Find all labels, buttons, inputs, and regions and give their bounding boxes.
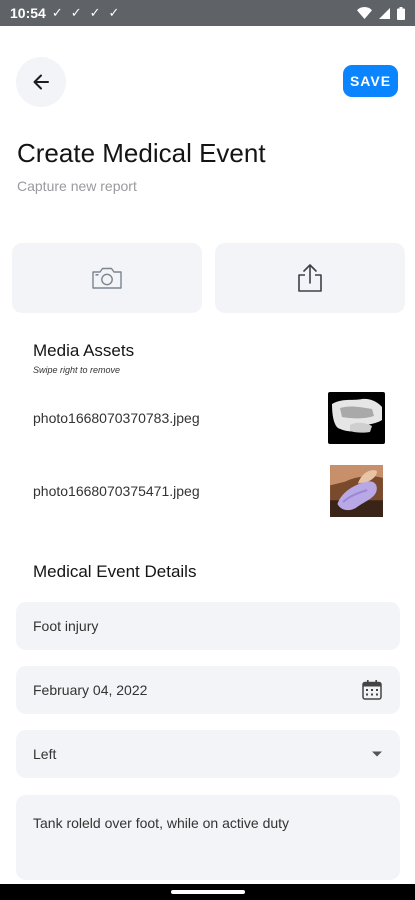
arrow-left-icon <box>33 74 49 90</box>
media-swipe-hint: Swipe right to remove <box>33 365 121 375</box>
media-item[interactable]: photo1668070370783.jpeg <box>33 390 385 446</box>
event-date-field[interactable]: February 04, 2022 <box>16 666 400 714</box>
upload-file-button[interactable] <box>215 243 405 313</box>
take-photo-button[interactable] <box>12 243 202 313</box>
home-gesture-handle[interactable] <box>171 890 245 894</box>
status-bar: 10:54 ✓ ✓ ✓ ✓ <box>0 0 415 26</box>
event-name-field[interactable]: Foot injury <box>16 602 400 650</box>
details-title: Medical Event Details <box>33 562 197 581</box>
media-filename: photo1668070370783.jpeg <box>33 410 200 426</box>
media-filename: photo1668070375471.jpeg <box>33 483 200 499</box>
notes-value: Tank roleld over foot, while on active d… <box>33 815 290 831</box>
check-icon: ✓ <box>108 5 120 20</box>
calendar-button[interactable] <box>361 679 383 701</box>
battery-icon <box>397 6 405 20</box>
foot-photo-image[interactable] <box>328 465 385 517</box>
status-icons <box>357 6 405 20</box>
x-ray-image[interactable] <box>328 392 385 444</box>
share-upload-icon <box>298 264 322 292</box>
page-title: Create Medical Event <box>17 138 266 168</box>
camera-icon <box>92 267 122 289</box>
status-notifications: ✓ ✓ ✓ ✓ <box>52 5 120 21</box>
side-select-value: Left <box>33 746 57 762</box>
page-subtitle: Capture new report <box>17 178 137 194</box>
wifi-icon <box>357 7 372 19</box>
save-button[interactable]: SAVE <box>343 65 398 97</box>
signal-icon <box>379 7 390 19</box>
event-date-value: February 04, 2022 <box>33 682 148 698</box>
notes-textarea[interactable]: Tank roleld over foot, while on active d… <box>16 795 400 880</box>
check-icon: ✓ <box>89 5 101 20</box>
calendar-icon <box>362 680 382 700</box>
check-icon: ✓ <box>70 5 82 20</box>
back-button[interactable] <box>16 57 66 107</box>
media-item[interactable]: photo1668070375471.jpeg <box>33 463 385 519</box>
status-time: 10:54 <box>10 5 46 21</box>
side-select[interactable]: Left <box>16 730 400 778</box>
event-name-value: Foot injury <box>33 618 99 634</box>
dropdown-caret-icon <box>371 750 383 758</box>
media-assets-title: Media Assets <box>33 341 135 360</box>
check-icon: ✓ <box>51 5 63 20</box>
system-nav-bar <box>0 884 415 900</box>
